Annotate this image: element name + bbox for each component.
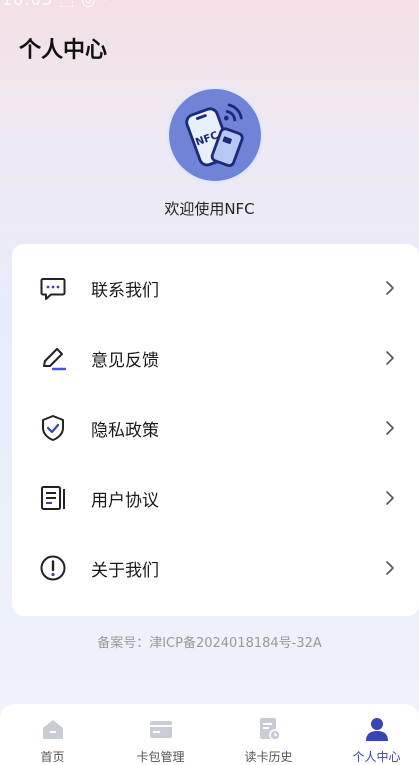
tab-card-wallet[interactable]: 卡包管理 [108,704,213,765]
menu-card: 联系我们 意见反馈 隐私政策 用户协议 关于我们 [12,244,419,616]
bottom-nav: 首页 卡包管理 读卡历史 个人中心 [0,704,419,765]
message-icon [38,273,68,303]
tab-profile[interactable]: 个人中心 [324,704,419,765]
menu-item-privacy[interactable]: 隐私政策 [12,393,419,463]
tab-home[interactable]: 首页 [0,704,105,765]
menu-item-label: 联系我们 [91,280,159,301]
card-icon [148,716,174,742]
chevron-right-icon [383,489,397,507]
person-icon [364,716,390,742]
menu-item-label: 用户协议 [91,490,159,511]
tab-label: 卡包管理 [136,750,185,764]
avatar[interactable]: NFC [166,86,264,184]
menu-item-about[interactable]: 关于我们 [12,533,419,603]
chevron-right-icon [383,419,397,437]
icp-record-link[interactable]: 备案号：津ICP备2024018184号-32A [0,632,419,651]
menu-item-agreement[interactable]: 用户协议 [12,463,419,533]
menu-item-feedback[interactable]: 意见反馈 [12,323,419,393]
nfc-phone-icon: NFC [185,103,244,168]
status-bar: 10:03 ⬚ ◎ · [0,0,419,14]
menu-item-label: 隐私政策 [91,420,159,441]
document-icon [38,483,68,513]
info-icon [38,553,68,583]
tab-label: 个人中心 [352,750,401,764]
shield-icon [38,413,68,443]
page-title: 个人中心 [19,38,108,63]
welcome-text: 欢迎使用NFC [164,200,255,218]
menu-item-label: 意见反馈 [91,350,159,371]
chevron-right-icon [383,349,397,367]
home-icon [40,716,66,742]
menu-item-contact[interactable]: 联系我们 [12,253,419,323]
tab-label: 读卡历史 [244,750,293,764]
tab-label: 首页 [40,750,65,764]
status-bar-text: 10:03 ⬚ ◎ · [2,0,109,9]
tab-read-history[interactable]: 读卡历史 [216,704,321,765]
chevron-right-icon [383,559,397,577]
history-icon [256,716,282,742]
menu-item-label: 关于我们 [91,560,159,581]
pencil-icon [38,343,68,373]
chevron-right-icon [383,279,397,297]
